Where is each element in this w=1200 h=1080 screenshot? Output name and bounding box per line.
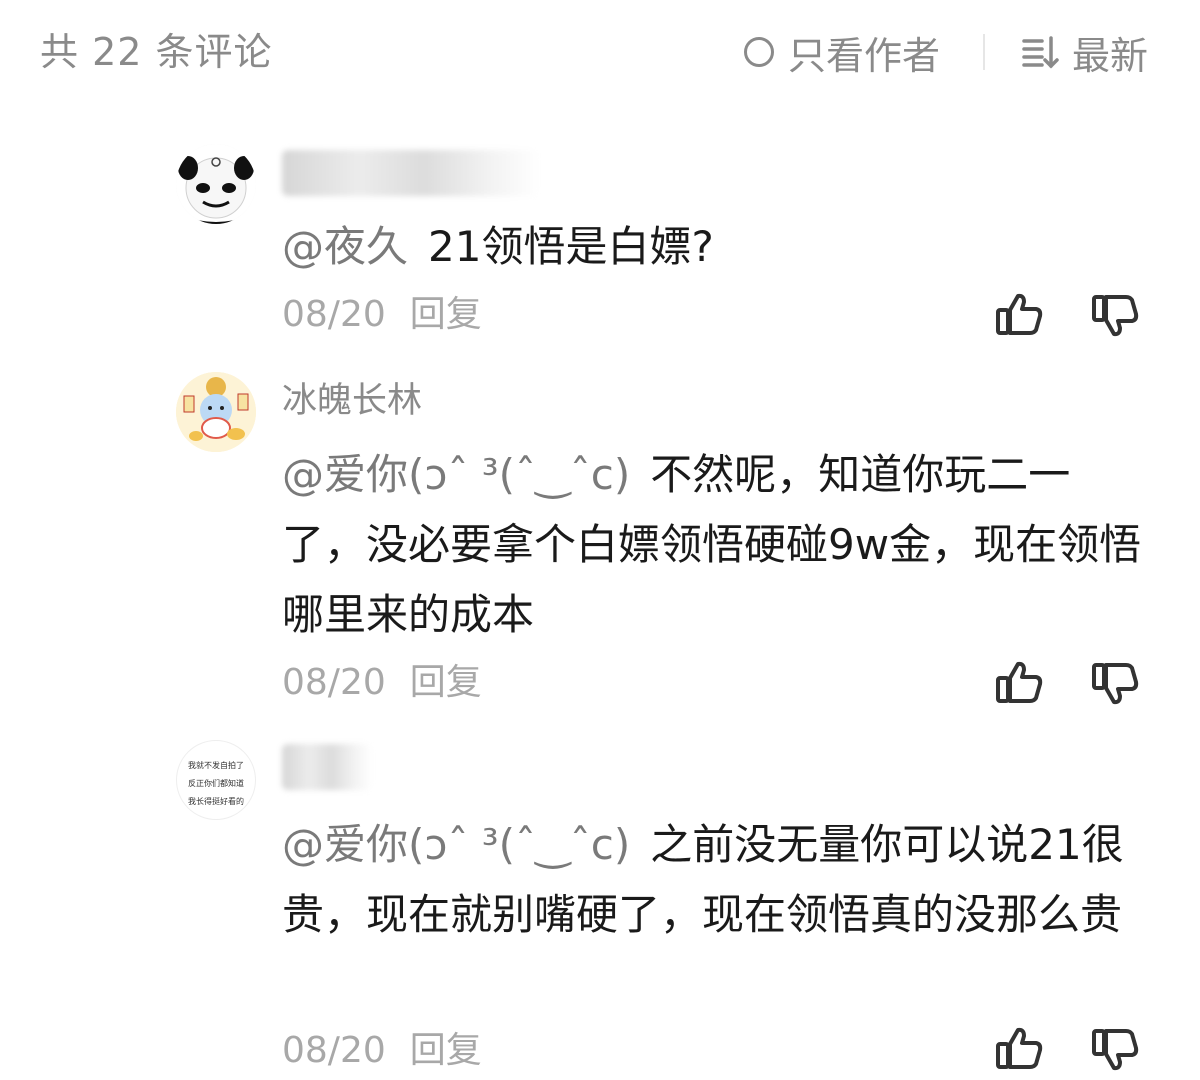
- mention[interactable]: @夜久: [282, 222, 408, 271]
- author-only-toggle[interactable]: 只看作者: [744, 26, 940, 78]
- header-divider: [983, 34, 985, 70]
- thumbs-down-icon[interactable]: [1090, 1024, 1142, 1076]
- thumbs-up-icon[interactable]: [994, 288, 1046, 340]
- comment-date: 08/20: [282, 294, 386, 335]
- cartoon-fortune-avatar-icon[interactable]: [176, 372, 256, 452]
- reply-button[interactable]: 回复: [410, 1028, 482, 1074]
- sort-button[interactable]: 最新: [1020, 26, 1148, 78]
- reply-button[interactable]: 回复: [410, 292, 482, 338]
- mention[interactable]: @爱你(ↄˆ ³(ˆ‿ˆc): [282, 450, 630, 499]
- author-only-label: 只看作者: [788, 33, 941, 78]
- comment-text: @爱你(ↄˆ ³(ˆ‿ˆc) 不然呢，知道你玩二一了，没必要拿个白嫖领悟硬碰9w金…: [282, 440, 1142, 650]
- comment-date: 08/20: [282, 662, 386, 703]
- text-avatar-icon[interactable]: 我就不发自拍了 反正你们都知道 我长得挺好看的: [176, 740, 256, 820]
- comment-date: 08/20: [282, 1030, 386, 1071]
- avatar-text-line: 我就不发自拍了: [188, 761, 244, 770]
- thumbs-down-icon[interactable]: [1090, 658, 1142, 710]
- comment-text: @夜久 21领悟是白嫖?: [282, 212, 1142, 282]
- comments-header: 共 22 条评论 只看作者 最新: [0, 0, 1200, 105]
- comment-meta: 08/20 回复: [282, 1028, 482, 1074]
- sort-icon: [1022, 36, 1059, 69]
- comment-meta: 08/20 回复: [282, 660, 482, 706]
- panda-meme-avatar-icon[interactable]: [176, 144, 256, 224]
- radio-circle-icon[interactable]: [744, 37, 774, 67]
- reply-button[interactable]: 回复: [410, 660, 482, 706]
- thumbs-up-icon[interactable]: [994, 1022, 1046, 1074]
- mention[interactable]: @爱你(ↄˆ ³(ˆ‿ˆc): [282, 820, 630, 869]
- username-blurred[interactable]: [282, 150, 540, 196]
- thumbs-up-icon[interactable]: [994, 656, 1046, 708]
- username[interactable]: 冰魄长林: [282, 378, 422, 424]
- thumbs-down-icon[interactable]: [1090, 290, 1142, 342]
- avatar-text-line: 我长得挺好看的: [188, 797, 244, 806]
- avatar-text-line: 反正你们都知道: [188, 779, 244, 788]
- username-blurred[interactable]: [282, 744, 372, 790]
- comment-content: 21领悟是白嫖?: [428, 222, 714, 271]
- comment-meta: 08/20 回复: [282, 292, 482, 338]
- sort-label: 最新: [1072, 33, 1149, 78]
- comment-text: @爱你(ↄˆ ³(ˆ‿ˆc) 之前没无量你可以说21很贵，现在就别嘴硬了，现在领悟…: [282, 810, 1142, 950]
- comment-count: 共 22 条评论: [40, 30, 273, 74]
